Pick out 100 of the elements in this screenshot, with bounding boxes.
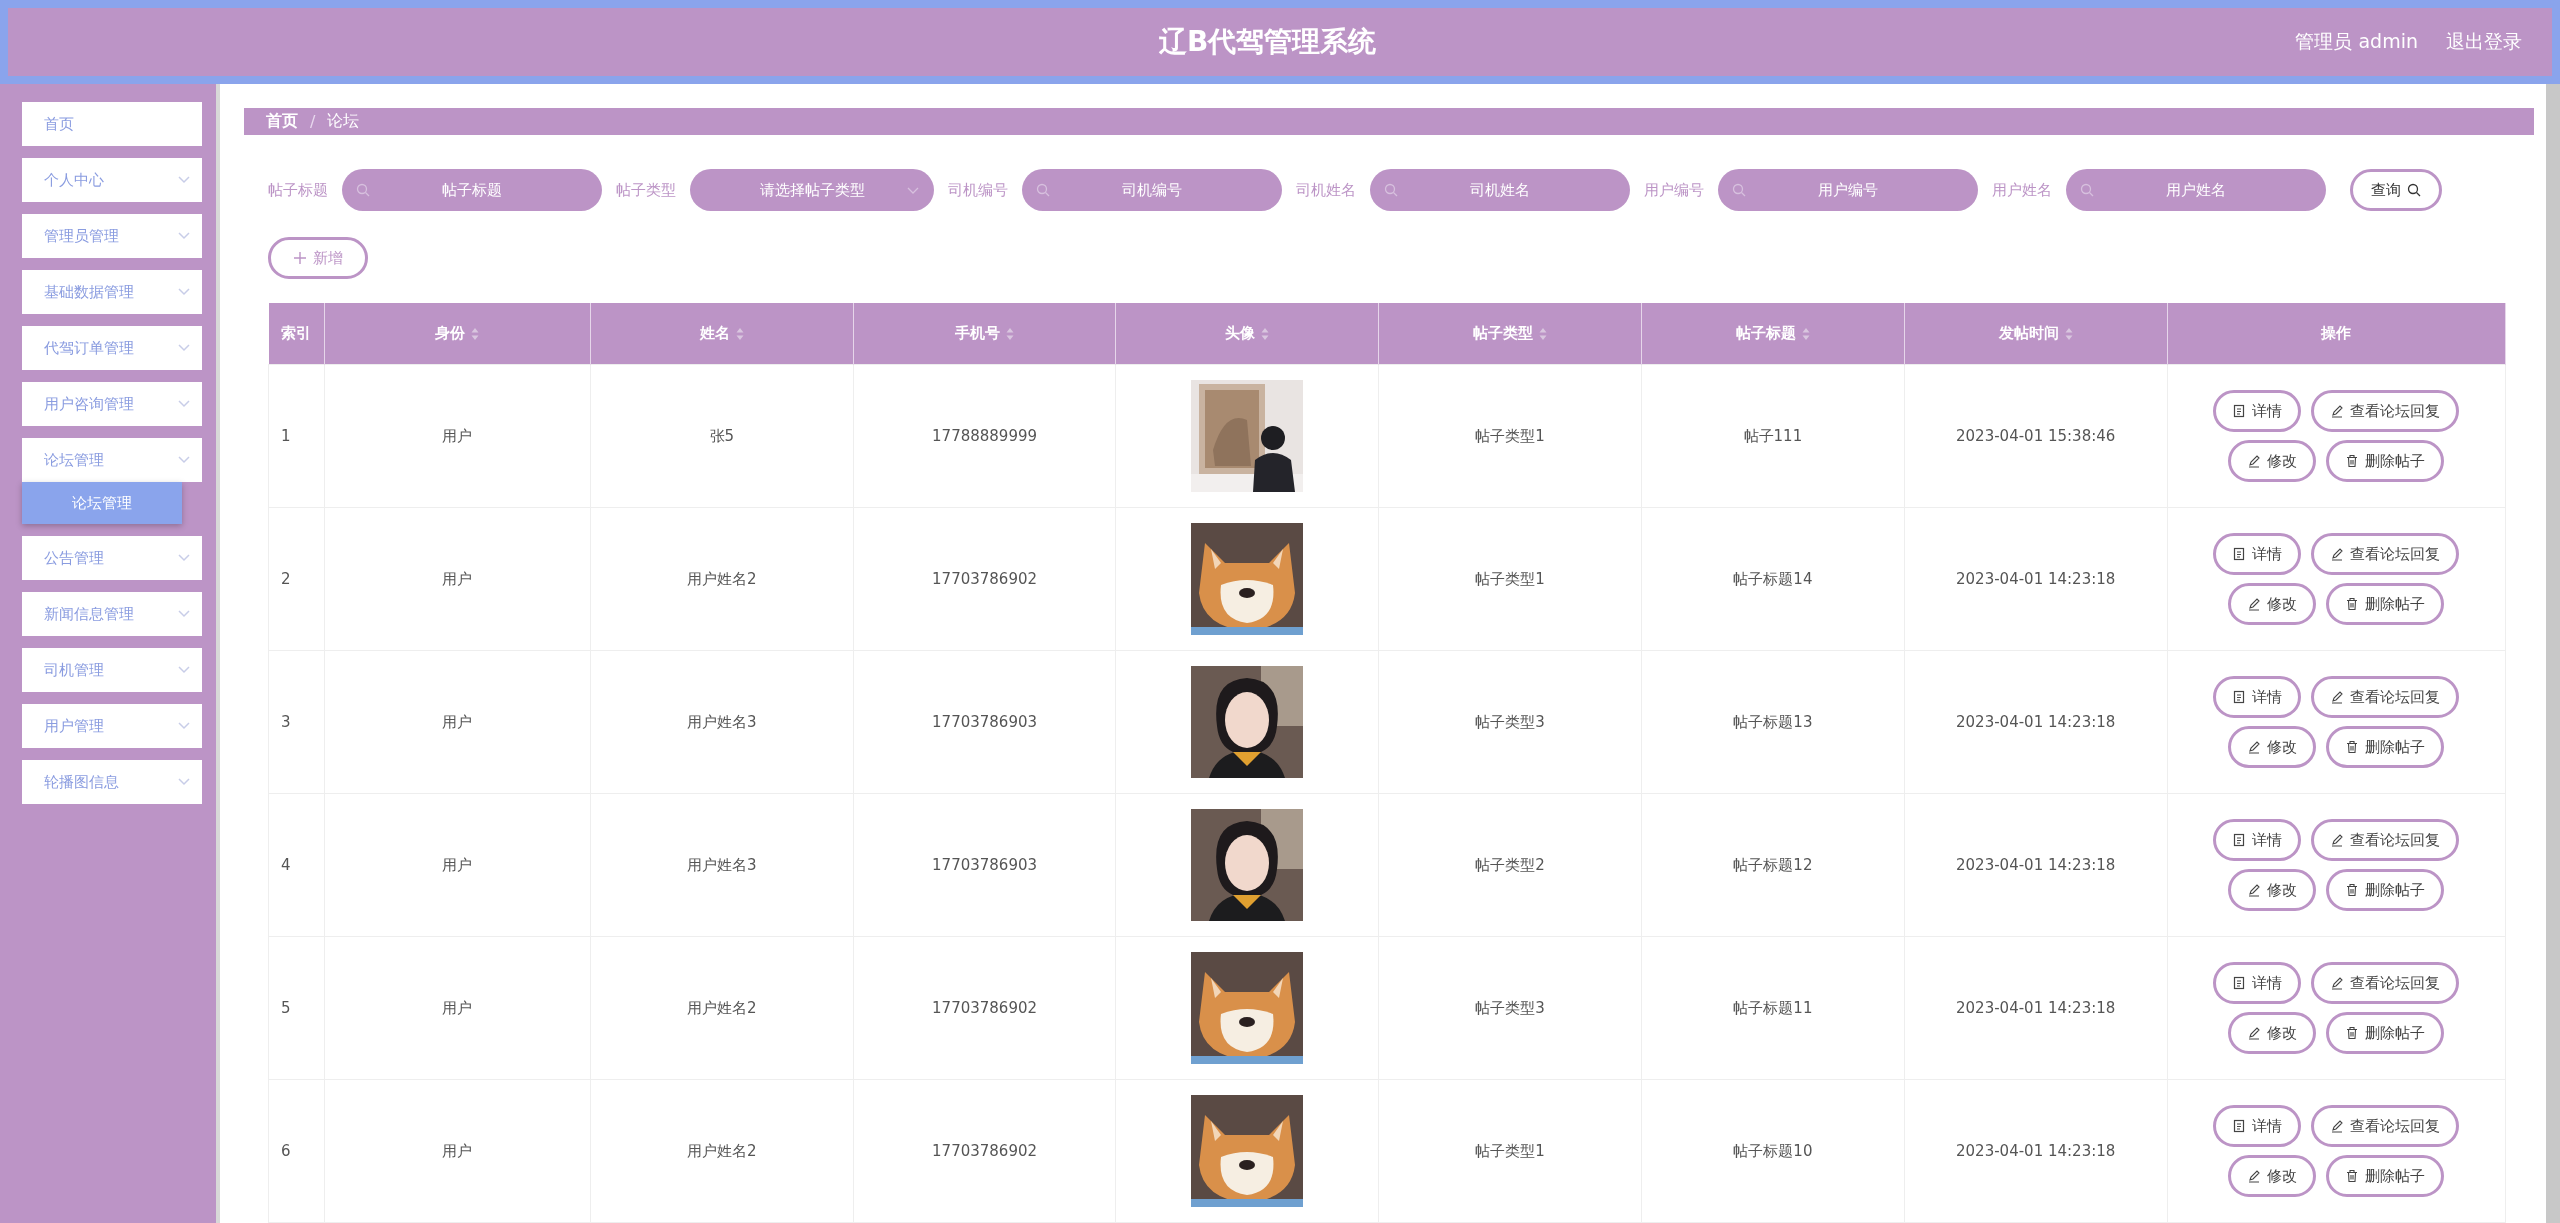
trash-icon	[2345, 883, 2360, 897]
delete-button[interactable]: 删除帖子	[2326, 869, 2445, 911]
search-field[interactable]: 司机编号	[1022, 169, 1282, 211]
table-cell: 帖子类型1	[1378, 1079, 1642, 1223]
details-button[interactable]: 详情	[2213, 819, 2302, 861]
filter-label: 用户编号	[1644, 180, 1704, 200]
view-replies-button[interactable]: 查看论坛回复	[2311, 962, 2460, 1004]
edit-button[interactable]: 修改	[2228, 869, 2317, 911]
details-button[interactable]: 详情	[2213, 1105, 2302, 1147]
view-replies-button[interactable]: 查看论坛回复	[2311, 676, 2460, 718]
delete-button[interactable]: 删除帖子	[2326, 1012, 2445, 1054]
pencil-icon	[2330, 547, 2345, 561]
table-cell: 6	[268, 1079, 325, 1223]
table-cell: 用户姓名3	[590, 793, 854, 937]
table-cell: 帖子111	[1641, 364, 1905, 508]
table-cell: 用户	[324, 507, 591, 651]
details-button[interactable]: 详情	[2213, 676, 2302, 718]
filter-label: 帖子类型	[616, 180, 676, 200]
pencil-icon	[2247, 883, 2262, 897]
pencil-icon	[2330, 976, 2345, 990]
search-icon	[1036, 183, 1050, 197]
user-label: 管理员 admin	[2295, 29, 2418, 54]
table-cell: 帖子标题12	[1641, 793, 1905, 937]
chevron-icon	[178, 554, 190, 562]
breadcrumb-item: 论坛	[327, 111, 360, 132]
filter-label: 司机姓名	[1296, 180, 1356, 200]
table-cell: 帖子标题11	[1641, 936, 1905, 1080]
pencil-icon	[2247, 1026, 2262, 1040]
delete-button[interactable]: 删除帖子	[2326, 440, 2445, 482]
details-button[interactable]: 详情	[2213, 962, 2302, 1004]
chevron-icon	[178, 722, 190, 730]
edit-button[interactable]: 修改	[2228, 726, 2317, 768]
search-button[interactable]: 查询	[2350, 169, 2442, 211]
search-icon	[1384, 183, 1398, 197]
table-cell: 2023-04-01 15:38:46	[1904, 364, 2168, 508]
document-icon	[2232, 1119, 2247, 1133]
pencil-icon	[2330, 833, 2345, 847]
search-icon	[1732, 183, 1746, 197]
table-cell: 用户姓名2	[590, 1079, 854, 1223]
pencil-icon	[2247, 1169, 2262, 1183]
table-cell: 2023-04-01 14:23:18	[1904, 1079, 2168, 1223]
table-cell: 帖子类型3	[1378, 650, 1642, 794]
search-icon	[356, 183, 370, 197]
table-cell: 帖子类型3	[1378, 936, 1642, 1080]
search-field[interactable]: 用户姓名	[2066, 169, 2326, 211]
search-field[interactable]: 司机姓名	[1370, 169, 1630, 211]
trash-icon	[2345, 597, 2360, 611]
table-cell: 用户	[324, 650, 591, 794]
document-icon	[2232, 547, 2247, 561]
details-button[interactable]: 详情	[2213, 390, 2302, 432]
sort-icon	[2064, 326, 2073, 341]
chevron-icon	[178, 610, 190, 618]
table-cell: 2023-04-01 14:23:18	[1904, 936, 2168, 1080]
chevron-icon	[178, 778, 190, 786]
table-cell: 帖子标题14	[1641, 507, 1905, 651]
document-icon	[2232, 976, 2247, 990]
table-cell: 用户	[324, 936, 591, 1080]
pencil-icon	[2247, 740, 2262, 754]
edit-button[interactable]: 修改	[2228, 1012, 2317, 1054]
table-cell: 帖子类型1	[1378, 507, 1642, 651]
delete-button[interactable]: 删除帖子	[2326, 583, 2445, 625]
sort-icon	[735, 326, 744, 341]
details-button[interactable]: 详情	[2213, 533, 2302, 575]
edit-button[interactable]: 修改	[2228, 440, 2317, 482]
table-cell: 用户姓名2	[590, 507, 854, 651]
select-field[interactable]: 请选择帖子类型	[690, 169, 934, 211]
view-replies-button[interactable]: 查看论坛回复	[2311, 819, 2460, 861]
column-header: 操作	[2167, 303, 2506, 365]
table-cell: 17703786902	[853, 507, 1116, 651]
sort-icon	[1539, 326, 1548, 341]
sort-icon	[1801, 326, 1810, 341]
sort-icon	[1261, 326, 1270, 341]
view-replies-button[interactable]: 查看论坛回复	[2311, 390, 2460, 432]
sort-icon	[471, 326, 480, 341]
table-cell: 2	[268, 507, 325, 651]
table-cell: 17703786903	[853, 793, 1116, 937]
delete-button[interactable]: 删除帖子	[2326, 726, 2445, 768]
pencil-icon	[2247, 454, 2262, 468]
table-cell: 1	[268, 364, 325, 508]
filter-label: 用户姓名	[1992, 180, 2052, 200]
table-cell: 3	[268, 650, 325, 794]
filter-label: 司机编号	[948, 180, 1008, 200]
app-title: 辽B代驾管理系统	[1158, 24, 1378, 60]
table-cell: 帖子标题13	[1641, 650, 1905, 794]
view-replies-button[interactable]: 查看论坛回复	[2311, 1105, 2460, 1147]
edit-button[interactable]: 修改	[2228, 1155, 2317, 1197]
scrollbar[interactable]	[2546, 84, 2560, 1223]
delete-button[interactable]: 删除帖子	[2326, 1155, 2445, 1197]
document-icon	[2232, 690, 2247, 704]
plus-icon	[293, 251, 307, 265]
pencil-icon	[2330, 1119, 2345, 1133]
table-cell: 2023-04-01 14:23:18	[1904, 507, 2168, 651]
table-cell: 17788889999	[853, 364, 1116, 508]
view-replies-button[interactable]: 查看论坛回复	[2311, 533, 2460, 575]
trash-icon	[2345, 1026, 2360, 1040]
chevron-icon	[178, 176, 190, 184]
table-cell: 用户	[324, 1079, 591, 1223]
search-field[interactable]: 用户编号	[1718, 169, 1978, 211]
edit-button[interactable]: 修改	[2228, 583, 2317, 625]
search-field[interactable]: 帖子标题	[342, 169, 602, 211]
